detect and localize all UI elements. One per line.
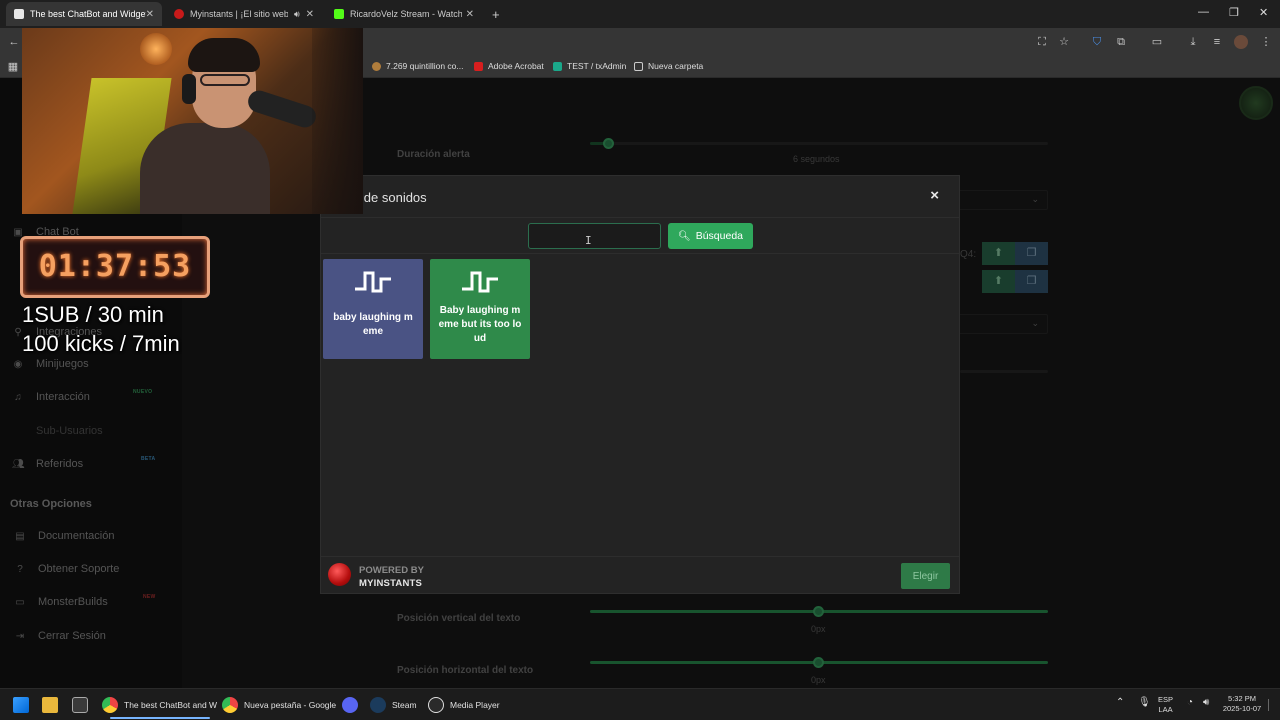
waveform-icon	[355, 271, 391, 293]
discord-icon	[342, 697, 358, 713]
taskbar: The best ChatBot and W Nueva pestaña - G…	[0, 688, 1280, 720]
modal-footer: POWERED BY MYINSTANTS Elegir	[321, 556, 959, 594]
taskbar-app-steam[interactable]: Steam	[370, 696, 417, 714]
clock[interactable]: 5:32 PM 2025-10-07	[1222, 694, 1262, 714]
tab-chatbot[interactable]: The best ChatBot and Widgets ✕	[6, 2, 162, 26]
sound-library-modal: ría de sonidos × I 🔍︎ Búsqueda baby laug…	[320, 175, 960, 594]
subathon-timer: 01:37:53	[20, 236, 210, 298]
search-icon: 🔍︎	[678, 230, 691, 242]
taskbar-app-discord[interactable]	[342, 696, 364, 714]
close-icon[interactable]: ×	[930, 187, 939, 204]
modal-header: ría de sonidos ×	[321, 176, 959, 218]
menu-icon[interactable]: ⋮	[1259, 35, 1273, 49]
minimize-icon[interactable]: —	[1198, 6, 1209, 18]
windows-start-icon[interactable]	[13, 696, 35, 714]
text-cursor-icon: I	[585, 234, 592, 247]
steam-icon	[370, 697, 386, 713]
sidepanel-icon[interactable]: ▭	[1150, 35, 1164, 49]
cookie-icon	[372, 61, 381, 71]
bookmark-item[interactable]: 7.269 quintillion co...	[372, 61, 464, 71]
bookmark-folder[interactable]: Nueva carpeta	[634, 61, 703, 71]
taskbar-app-chrome[interactable]: The best ChatBot and W	[102, 696, 217, 714]
sound-card-label: baby laughing m eme	[333, 312, 413, 337]
tab-myinstants[interactable]: Myinstants | ¡El sitio web de 🔊︎ ✕	[166, 2, 322, 26]
chevron-up-icon[interactable]: ⌃	[1116, 698, 1124, 708]
sound-card-label: Baby laughing m eme but its too lo ud	[438, 305, 522, 344]
overlay-line-subs: 1SUB / 30 min	[22, 302, 164, 327]
apps-grid-icon[interactable]: ▦	[6, 60, 20, 74]
waveform-icon	[462, 271, 498, 293]
myinstants-logo-icon	[328, 563, 351, 586]
txadmin-icon	[553, 61, 562, 71]
show-desktop-button[interactable]	[1268, 699, 1274, 711]
sound-search-input[interactable]	[528, 223, 661, 249]
shield-icon[interactable]: ⛉	[1090, 35, 1104, 49]
translate-icon[interactable]: ⛶	[1035, 35, 1049, 49]
back-icon[interactable]: ←	[7, 35, 21, 49]
profile-avatar[interactable]	[1234, 35, 1248, 49]
taskbar-app-chrome-newtab[interactable]: Nueva pestaña - Google	[222, 696, 336, 714]
powered-by: POWERED BY MYINSTANTS	[359, 565, 424, 589]
choose-button[interactable]: Elegir	[901, 563, 950, 589]
play-icon	[428, 697, 444, 713]
search-row: I 🔍︎ Búsqueda	[321, 218, 959, 254]
language-indicator[interactable]: ESP LAA	[1158, 695, 1173, 715]
snipping-icon[interactable]	[72, 696, 94, 714]
sound-card[interactable]: baby laughing m eme	[323, 259, 423, 359]
extensions-icon[interactable]: ⧉	[1114, 35, 1128, 49]
webcam-overlay	[22, 28, 363, 214]
volume-icon[interactable]: 🔊︎	[1203, 698, 1209, 708]
close-tab-icon[interactable]: ✕	[466, 9, 474, 20]
overlay-line-kicks: 100 kicks / 7min	[22, 331, 180, 356]
restore-icon[interactable]: ❐	[1229, 6, 1239, 19]
chrome-icon	[102, 697, 118, 713]
timer-value: 01:37:53	[38, 249, 192, 284]
active-indicator	[110, 717, 210, 719]
browser-tabbar: The best ChatBot and Widgets ✕ Myinstant…	[0, 0, 1280, 28]
myinstants-favicon-icon	[174, 9, 184, 19]
download-icon[interactable]: ⤓	[1186, 35, 1200, 49]
search-button[interactable]: 🔍︎ Búsqueda	[668, 223, 753, 249]
close-window-icon[interactable]: ✕	[1259, 6, 1268, 19]
taskbar-app-media-player[interactable]: Media Player	[428, 696, 500, 714]
folder-icon	[634, 61, 643, 71]
acrobat-icon	[474, 61, 483, 71]
tab-kick-stream[interactable]: RicardoVelz Stream - Watch Liv ✕	[326, 2, 482, 26]
bookmark-item[interactable]: TEST / txAdmin	[553, 61, 626, 71]
star-icon[interactable]: ☆	[1057, 35, 1071, 49]
new-tab-button[interactable]: +	[484, 2, 504, 26]
chatbot-favicon-icon	[14, 9, 24, 19]
wifi-icon[interactable]: ◔	[1187, 698, 1193, 708]
file-explorer-icon[interactable]	[42, 696, 64, 714]
chrome-icon	[222, 697, 238, 713]
close-tab-icon[interactable]: ✕	[146, 9, 154, 20]
media-icon[interactable]: ≡	[1210, 35, 1224, 49]
sound-card[interactable]: Baby laughing m eme but its too lo ud	[430, 259, 530, 359]
speaker-icon[interactable]: 🔊︎	[294, 9, 300, 20]
close-tab-icon[interactable]: ✕	[306, 9, 314, 20]
bookmark-item[interactable]: Adobe Acrobat	[474, 61, 544, 71]
kick-favicon-icon	[334, 9, 344, 19]
microphone-icon[interactable]: 🎙︎	[1138, 698, 1151, 708]
